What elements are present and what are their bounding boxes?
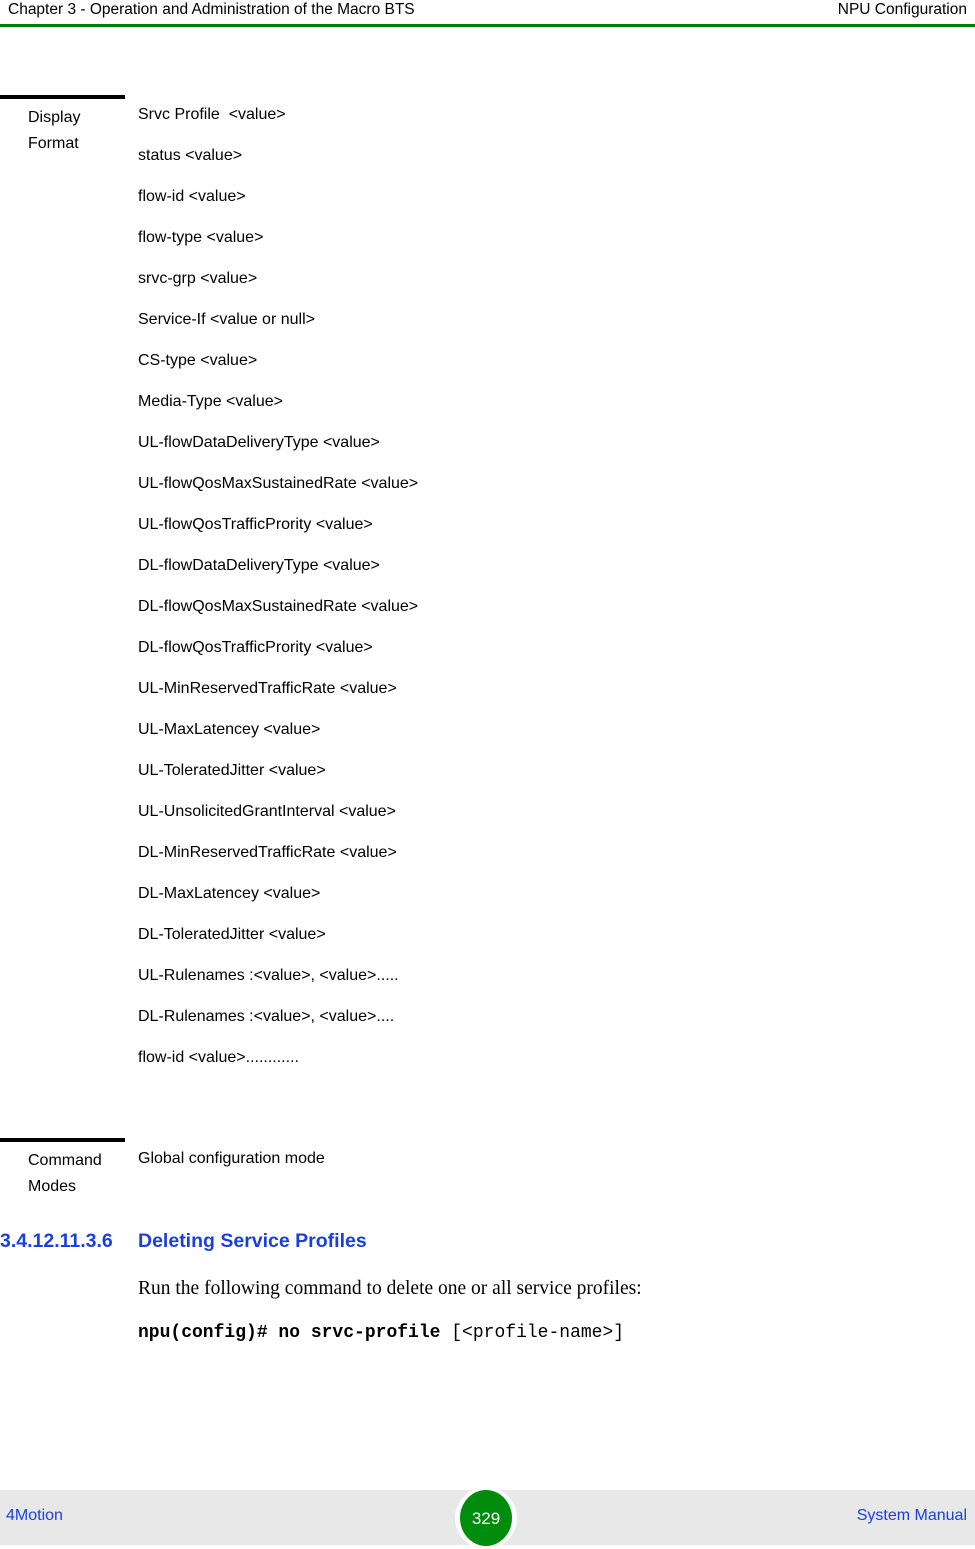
footer-product-name: 4Motion (6, 1507, 63, 1524)
spec-label-line: Display (28, 109, 81, 126)
display-format-line: DL-Rulenames :<value>, <value>.... (138, 1008, 395, 1025)
display-format-line: DL-flowQosMaxSustainedRate <value> (138, 598, 419, 615)
display-format-line: flow-id <value> (138, 188, 246, 205)
spec-label-line: Format (28, 135, 79, 152)
header-section-title: NPU Configuration (837, 1, 967, 18)
cli-command-line: npu(config)# no srvc-profile [<profile-n… (138, 1320, 928, 1346)
spec-body-display-format: Srvc Profile <value> status <value> flow… (138, 105, 928, 1067)
display-format-line: flow-type <value> (138, 229, 264, 246)
spec-row-top-rule (0, 95, 125, 99)
cli-prompt-command: npu(config)# no srvc-profile (138, 1323, 441, 1343)
header-divider-rule (0, 24, 975, 27)
display-format-line: UL-Rulenames :<value>, <value>..... (138, 967, 399, 984)
display-format-line: DL-MinReservedTrafficRate <value> (138, 844, 397, 861)
section-heading: 3.4.12.11.3.6 Deleting Service Profiles (0, 1228, 940, 1254)
command-modes-value: Global configuration mode (138, 1150, 325, 1167)
footer-document-name: System Manual (856, 1507, 967, 1524)
display-format-line: Media-Type <value> (138, 393, 283, 410)
spec-label-command-modes: Command Modes (28, 1148, 128, 1200)
display-format-line: UL-MaxLatencey <value> (138, 721, 321, 738)
display-format-line: UL-MinReservedTrafficRate <value> (138, 680, 397, 697)
display-format-line: status <value> (138, 147, 243, 164)
section-title: Deleting Service Profiles (138, 1230, 367, 1252)
display-format-line: flow-id <value>............ (138, 1049, 299, 1066)
display-format-line: UL-ToleratedJitter <value> (138, 762, 326, 779)
page-header: Chapter 3 - Operation and Administration… (0, 0, 975, 24)
cli-argument: [<profile-name>] (440, 1323, 625, 1343)
spec-row-top-rule (0, 1138, 125, 1142)
display-format-line: DL-MaxLatencey <value> (138, 885, 321, 902)
page-number-badge: 329 (455, 1487, 517, 1549)
spec-label-line: Modes (28, 1178, 77, 1195)
display-format-line: DL-flowQosTrafficPrority <value> (138, 639, 373, 656)
page-number-disc: 329 (460, 1490, 512, 1546)
display-format-line: UL-flowQosTrafficPrority <value> (138, 516, 373, 533)
display-format-line: CS-type <value> (138, 352, 258, 369)
display-format-line: UL-UnsolicitedGrantInterval <value> (138, 803, 396, 820)
spec-label-line: Command (28, 1152, 102, 1169)
display-format-line: DL-flowDataDeliveryType <value> (138, 557, 380, 574)
section-number: 3.4.12.11.3.6 (0, 1230, 113, 1252)
body-paragraph: Run the following command to delete one … (138, 1278, 642, 1299)
page-number: 329 (471, 1508, 501, 1528)
display-format-line: Service-If <value or null> (138, 311, 315, 328)
spec-label-display-format: Display Format (28, 105, 128, 157)
spec-body-command-modes: Global configuration mode (138, 1148, 928, 1170)
display-format-line: Srvc Profile <value> (138, 106, 286, 123)
header-chapter-title: Chapter 3 - Operation and Administration… (8, 1, 415, 18)
display-format-line: srvc-grp <value> (138, 270, 258, 287)
display-format-line: DL-ToleratedJitter <value> (138, 926, 326, 943)
display-format-line: UL-flowDataDeliveryType <value> (138, 434, 380, 451)
display-format-line: UL-flowQosMaxSustainedRate <value> (138, 475, 419, 492)
